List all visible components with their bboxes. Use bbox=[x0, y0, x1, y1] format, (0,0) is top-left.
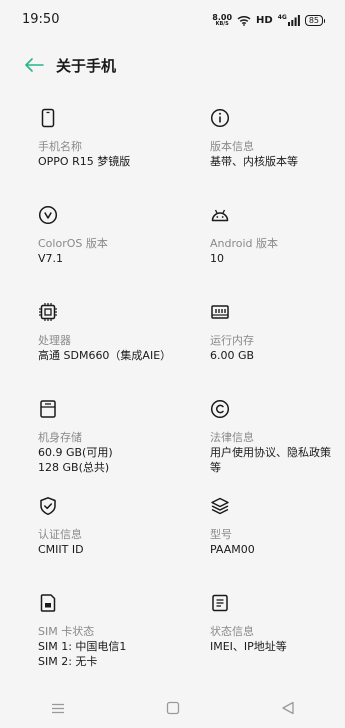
item-value: 用户使用协议、隐私政策 bbox=[210, 446, 331, 459]
info-row: SIM 卡状态 SIM 1: 中国电信1 SIM 2: 无卡 状态信息 IMEI… bbox=[0, 585, 345, 682]
item-label: 法律信息 bbox=[210, 431, 254, 444]
android-version-item[interactable]: Android 版本 10 bbox=[172, 197, 344, 294]
system-nav-bar bbox=[0, 688, 345, 728]
android-icon bbox=[211, 209, 229, 222]
item-label: 处理器 bbox=[38, 334, 71, 347]
processor-item[interactable]: 处理器 高通 SDM660（集成AIE） bbox=[0, 294, 172, 391]
sim-status-item[interactable]: SIM 卡状态 SIM 1: 中国电信1 SIM 2: 无卡 bbox=[0, 585, 172, 682]
info-row: 手机名称 OPPO R15 梦镜版 版本信息 基带、内核版本等 bbox=[0, 100, 345, 197]
info-row: 处理器 高通 SDM660（集成AIE） 运行内存 6.00 GB bbox=[0, 294, 345, 391]
item-label: ColorOS 版本 bbox=[38, 237, 108, 250]
chip-icon bbox=[39, 303, 57, 321]
device-name-item[interactable]: 手机名称 OPPO R15 梦镜版 bbox=[0, 100, 172, 197]
network-speed: 8.00 KB/S bbox=[212, 14, 232, 27]
item-value: 10 bbox=[210, 252, 224, 265]
status-icons: 8.00 KB/S HD 4G 85 bbox=[212, 11, 326, 30]
sim-card-icon bbox=[40, 594, 56, 612]
item-value: 6.00 GB bbox=[210, 349, 255, 362]
version-info-item[interactable]: 版本信息 基带、内核版本等 bbox=[172, 100, 344, 197]
item-value: IMEI、IP地址等 bbox=[210, 640, 287, 653]
item-value: OPPO R15 梦镜版 bbox=[38, 155, 131, 168]
back-button[interactable] bbox=[14, 47, 54, 83]
battery-indicator: 85 bbox=[304, 15, 326, 26]
item-value: 基带、内核版本等 bbox=[210, 155, 298, 168]
item-value: V7.1 bbox=[38, 252, 64, 265]
item-value: 高通 SDM660（集成AIE） bbox=[38, 349, 172, 362]
network-type-label: 4G bbox=[277, 14, 287, 21]
menu-icon bbox=[51, 703, 64, 713]
document-icon bbox=[212, 594, 228, 612]
copyright-icon bbox=[210, 399, 230, 419]
status-bar: 19:50 8.00 KB/S HD 4G 85 bbox=[0, 0, 345, 40]
shield-icon bbox=[40, 497, 56, 516]
back-nav-button[interactable] bbox=[268, 690, 308, 726]
item-value-secondary: SIM 2: 无卡 bbox=[38, 655, 98, 668]
info-grid: 手机名称 OPPO R15 梦镜版 版本信息 基带、内核版本等 ColorOS … bbox=[0, 100, 345, 682]
coloros-version-item[interactable]: ColorOS 版本 V7.1 bbox=[0, 197, 172, 294]
ram-icon bbox=[211, 305, 229, 319]
info-row: 机身存储 60.9 GB(可用) 128 GB(总共) 法律信息 用户使用协议、… bbox=[0, 391, 345, 488]
network-speed-unit: KB/S bbox=[215, 21, 229, 27]
info-icon bbox=[210, 108, 230, 128]
cellular-signal-icon: 4G bbox=[278, 15, 300, 26]
status-info-item[interactable]: 状态信息 IMEI、IP地址等 bbox=[172, 585, 344, 682]
item-label: 版本信息 bbox=[210, 140, 254, 153]
item-label: SIM 卡状态 bbox=[38, 625, 95, 638]
hd-voice-indicator: HD bbox=[256, 15, 273, 26]
certification-item[interactable]: 认证信息 CMIIT ID bbox=[0, 488, 172, 585]
item-value: 60.9 GB(可用) bbox=[38, 446, 113, 459]
square-icon bbox=[166, 701, 179, 715]
arrow-left-icon bbox=[25, 58, 44, 72]
app-header: 关于手机 bbox=[0, 46, 345, 84]
item-label: 手机名称 bbox=[38, 140, 82, 153]
model-item[interactable]: 型号 PAAM00 bbox=[172, 488, 344, 585]
triangle-back-icon bbox=[281, 701, 294, 715]
item-label: 型号 bbox=[210, 528, 232, 541]
item-label: Android 版本 bbox=[210, 237, 279, 250]
item-value: PAAM00 bbox=[210, 543, 255, 556]
info-row: ColorOS 版本 V7.1 Android 版本 10 bbox=[0, 197, 345, 294]
storage-item[interactable]: 机身存储 60.9 GB(可用) 128 GB(总共) bbox=[0, 391, 172, 488]
info-row: 认证信息 CMIIT ID 型号 PAAM00 bbox=[0, 488, 345, 585]
item-value-secondary: 128 GB(总共) bbox=[38, 461, 110, 474]
coloros-icon bbox=[38, 205, 58, 225]
item-label: 运行内存 bbox=[210, 334, 254, 347]
recent-apps-button[interactable] bbox=[38, 690, 78, 726]
wifi-icon bbox=[237, 11, 251, 30]
layers-icon bbox=[211, 497, 229, 515]
item-label: 机身存储 bbox=[38, 431, 82, 444]
phone-icon bbox=[41, 108, 55, 128]
storage-icon bbox=[40, 400, 56, 418]
page-title: 关于手机 bbox=[56, 56, 117, 75]
item-value: SIM 1: 中国电信1 bbox=[38, 640, 127, 653]
home-button[interactable] bbox=[153, 690, 193, 726]
status-time: 19:50 bbox=[22, 12, 60, 27]
ram-item[interactable]: 运行内存 6.00 GB bbox=[172, 294, 344, 391]
item-label: 认证信息 bbox=[38, 528, 82, 541]
legal-info-item[interactable]: 法律信息 用户使用协议、隐私政策 等 bbox=[172, 391, 344, 488]
item-value-secondary: 等 bbox=[210, 461, 221, 474]
item-value: CMIIT ID bbox=[38, 543, 84, 556]
item-label: 状态信息 bbox=[210, 625, 254, 638]
